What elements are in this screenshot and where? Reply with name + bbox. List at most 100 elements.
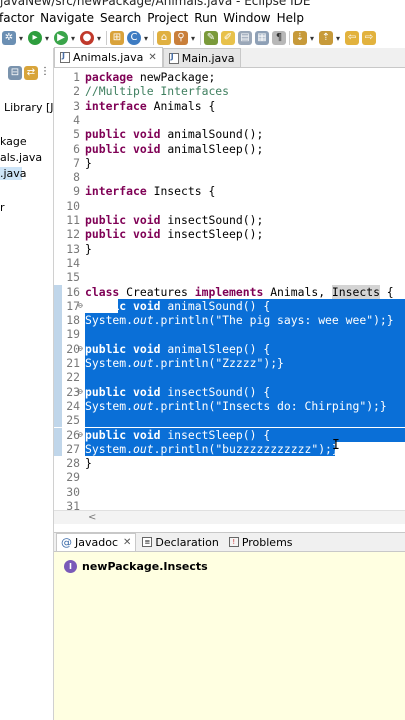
debug-icon[interactable]: ▸: [28, 31, 42, 45]
code-line[interactable]: 8: [54, 170, 405, 184]
settings-gear-icon[interactable]: ✲: [2, 31, 16, 45]
code-line[interactable]: 17 ⊖ public void animalSound() {: [54, 298, 405, 314]
new-package-icon[interactable]: ⊞: [110, 31, 124, 45]
menu-window[interactable]: Window: [220, 10, 273, 28]
highlight-icon[interactable]: ✐: [221, 31, 235, 45]
fold-toggle-icon[interactable]: ⊖: [78, 385, 83, 399]
chevron-down-icon[interactable]: ▾: [144, 34, 150, 43]
code-line[interactable]: 16 class Creatures implements Animals, In…: [54, 284, 405, 299]
close-icon[interactable]: ✕: [123, 537, 131, 548]
code-line[interactable]: 23 ⊖ public void insectSound() {: [54, 384, 405, 399]
tab-animals-java[interactable]: Animals.java ✕: [54, 47, 163, 67]
link-editor-icon[interactable]: ⇄: [24, 66, 38, 80]
search-icon[interactable]: ⚲: [174, 31, 188, 45]
chevron-down-icon[interactable]: ▾: [336, 34, 342, 43]
close-icon[interactable]: ✕: [148, 52, 156, 63]
tree-item-animals-java[interactable]: als.java: [0, 151, 42, 164]
code-line[interactable]: 19: [54, 327, 405, 342]
line-number: 12: [66, 227, 80, 242]
code-line[interactable]: 21 System.out.println("Zzzzz");}: [54, 356, 405, 371]
bottom-tab-bar: @ Javadoc ✕ ≡ Declaration ! Problems: [54, 532, 405, 552]
pilcrow-icon[interactable]: ¶: [272, 31, 286, 45]
code-line[interactable]: 25: [54, 413, 405, 428]
code-text: public void insectSleep();: [85, 227, 264, 242]
code-line[interactable]: 15: [54, 270, 405, 284]
code-line[interactable]: 27 System.out.println("buzzzzzzzzzzz");}: [54, 441, 405, 457]
tab-main-java[interactable]: Main.java: [162, 48, 241, 67]
next-annotation-icon[interactable]: ⇣: [293, 31, 307, 45]
code-line[interactable]: 11 public void insectSound();: [54, 213, 405, 227]
code-line[interactable]: 13}: [54, 242, 405, 256]
code-line[interactable]: 7}: [54, 156, 405, 170]
line-number: 1: [73, 70, 80, 84]
code-line[interactable]: 3 interface Animals {: [54, 99, 405, 113]
tab-problems[interactable]: ! Problems: [225, 533, 297, 551]
code-line[interactable]: 22: [54, 370, 405, 385]
code-line[interactable]: 24 System.out.println("Insects do: Chirpi…: [54, 398, 405, 414]
line-number: 21: [66, 356, 80, 370]
code-line[interactable]: 10: [54, 199, 405, 213]
code-line[interactable]: 4: [54, 113, 405, 127]
open-type-icon[interactable]: ⌂: [157, 31, 171, 45]
mark-occurrences-icon[interactable]: ✎: [204, 31, 218, 45]
code-text: }: [85, 241, 92, 256]
menu-project[interactable]: Project: [144, 10, 191, 28]
run-icon[interactable]: ▶: [54, 31, 68, 45]
previous-annotation-icon[interactable]: ⇡: [319, 31, 333, 45]
line-number: 27: [66, 441, 80, 456]
tab-label: Main.java: [181, 51, 235, 65]
menu-refactor[interactable]: factor: [0, 10, 37, 28]
chevron-down-icon[interactable]: ▾: [310, 34, 316, 43]
code-line[interactable]: 30: [54, 485, 405, 499]
tab-label: Javadoc: [75, 536, 118, 549]
tree-item-other[interactable]: r: [0, 201, 5, 214]
code-editor[interactable]: 1 package newPackage; 2 //Multiple Interfac…: [54, 68, 405, 524]
show-whitespace-icon[interactable]: ▦: [255, 31, 269, 45]
new-class-icon[interactable]: C: [127, 31, 141, 45]
code-line[interactable]: 29: [54, 470, 405, 484]
line-number: 3: [73, 98, 80, 113]
menu-navigate[interactable]: Navigate: [37, 10, 97, 28]
code-line[interactable]: 26 ⊖ public void insectSleep() {: [54, 427, 405, 442]
fold-toggle-icon[interactable]: ⊖: [78, 428, 83, 442]
code-line[interactable]: 28}: [54, 456, 405, 470]
code-line[interactable]: 5 public void animalSound();: [54, 127, 405, 141]
code-line[interactable]: 2 //Multiple Interfaces: [54, 84, 405, 98]
tree-item-jre-library[interactable]: Library [Ja: [4, 101, 53, 114]
menu-search[interactable]: Search: [97, 10, 144, 28]
chevron-down-icon[interactable]: ▾: [45, 34, 51, 43]
tab-javadoc[interactable]: @ Javadoc ✕: [56, 533, 137, 551]
code-line[interactable]: 14: [54, 256, 405, 270]
line-number: 16: [66, 284, 80, 299]
back-icon[interactable]: ⇦: [345, 31, 359, 45]
code-line[interactable]: 1 package newPackage;: [54, 70, 405, 84]
code-line[interactable]: 18 System.out.println("The pig says: wee …: [54, 313, 405, 328]
external-tools-icon[interactable]: ●: [80, 31, 94, 45]
chevron-down-icon[interactable]: ▾: [71, 34, 77, 43]
chevron-down-icon[interactable]: ▾: [191, 34, 197, 43]
chevron-down-icon[interactable]: ▾: [97, 34, 103, 43]
code-line[interactable]: 20 ⊖ public void animalSleep() {: [54, 341, 405, 356]
collapse-all-icon[interactable]: ⊟: [8, 66, 22, 80]
tree-item-package[interactable]: kage: [0, 135, 27, 148]
fold-toggle-icon[interactable]: ⊖: [78, 342, 83, 356]
menu-help[interactable]: Help: [274, 10, 307, 28]
block-selection-icon[interactable]: ▤: [238, 31, 252, 45]
code-line[interactable]: 12 public void insectSleep();: [54, 227, 405, 241]
forward-icon[interactable]: ⇨: [362, 31, 376, 45]
view-menu-icon[interactable]: ⋮: [40, 66, 50, 77]
menu-run[interactable]: Run: [191, 10, 220, 28]
tree-item-main-java[interactable]: .java: [0, 167, 27, 180]
chevron-down-icon[interactable]: ▾: [19, 34, 25, 43]
fold-toggle-icon[interactable]: ⊖: [78, 299, 83, 313]
scroll-left-icon[interactable]: <: [88, 512, 96, 523]
java-file-icon: [60, 51, 70, 63]
line-number: 7: [73, 155, 80, 170]
code-text: package newPackage;: [85, 70, 216, 84]
toolbar-separator: [200, 31, 201, 45]
tab-label: Declaration: [155, 535, 219, 549]
editor-horizontal-scrollbar[interactable]: <: [54, 510, 405, 524]
code-line[interactable]: 9 interface Insects {: [54, 184, 405, 198]
code-line[interactable]: 6 public void animalSleep();: [54, 142, 405, 156]
tab-declaration[interactable]: ≡ Declaration: [138, 533, 222, 551]
